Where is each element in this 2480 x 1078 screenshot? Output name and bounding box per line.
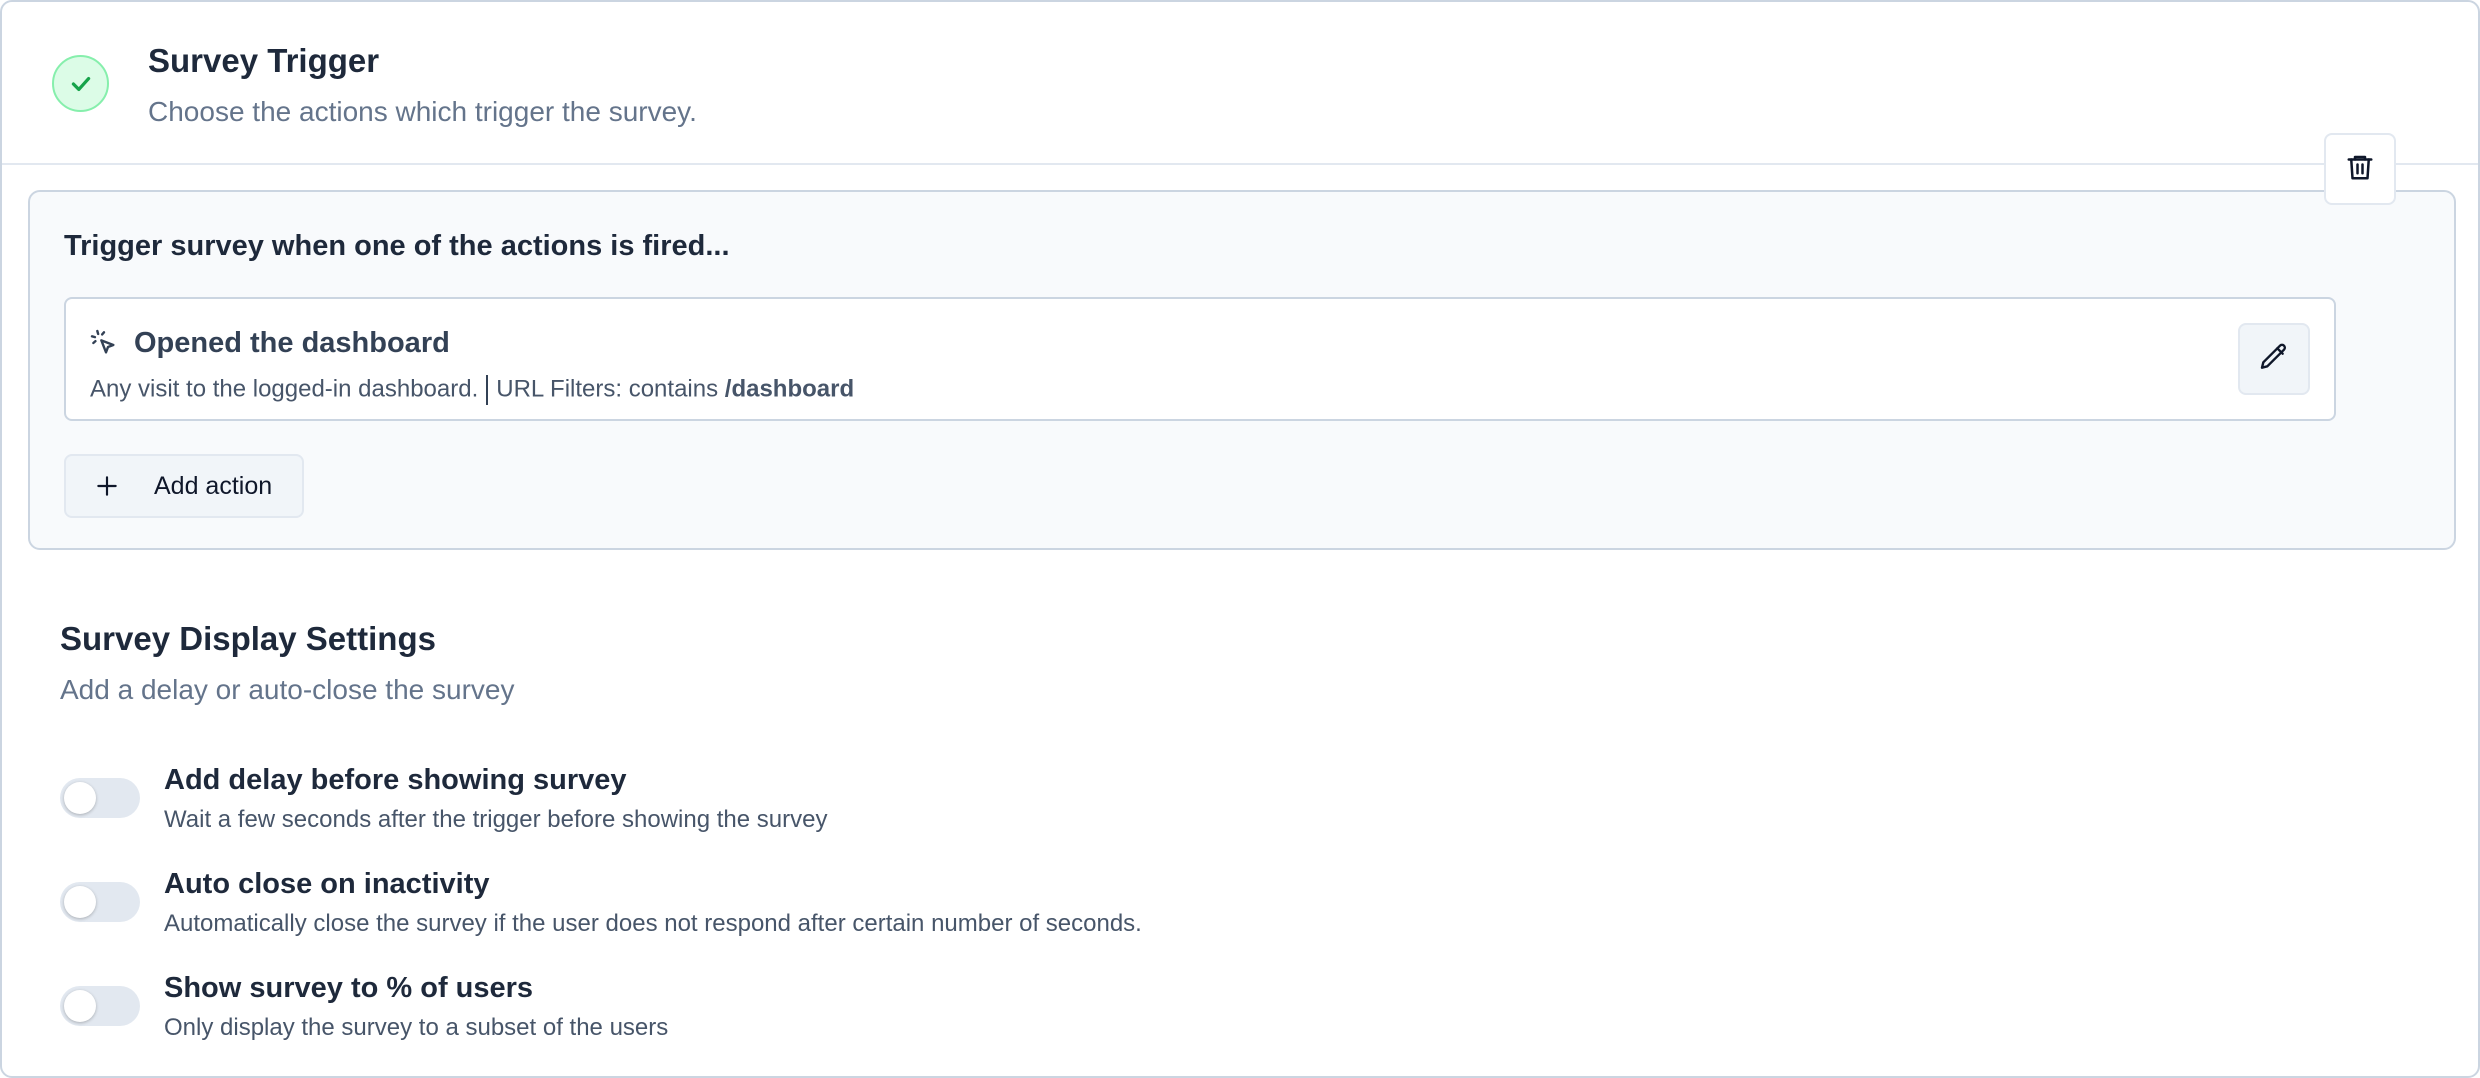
check-icon bbox=[52, 55, 109, 112]
section-title: Survey Trigger bbox=[148, 42, 380, 79]
url-filter-label: URL Filters: contains bbox=[496, 375, 719, 403]
setting-title: Add delay before showing survey bbox=[164, 764, 627, 796]
action-description-text: Any visit to the logged-in dashboard. bbox=[90, 375, 479, 403]
trash-icon bbox=[2345, 152, 2375, 187]
action-name: Opened the dashboard bbox=[134, 327, 450, 359]
setting-title: Auto close on inactivity bbox=[164, 868, 490, 900]
setting-auto-close: Auto close on inactivity Automatically c… bbox=[60, 868, 2360, 948]
add-action-button[interactable]: Add action bbox=[64, 454, 304, 518]
survey-trigger-card: Survey Trigger Choose the actions which … bbox=[0, 0, 2480, 1078]
setting-description: Wait a few seconds after the trigger bef… bbox=[164, 806, 828, 833]
separator bbox=[486, 375, 489, 405]
pencil-icon bbox=[2258, 341, 2290, 378]
plus-icon bbox=[94, 473, 120, 499]
action-item: Opened the dashboard Any visit to the lo… bbox=[64, 297, 2336, 421]
toggle-knob bbox=[64, 886, 96, 918]
auto-close-toggle[interactable] bbox=[60, 882, 140, 922]
setting-delay: Add delay before showing survey Wait a f… bbox=[60, 764, 2360, 844]
survey-trigger-header[interactable]: Survey Trigger Choose the actions which … bbox=[2, 2, 2478, 165]
toggle-knob bbox=[64, 782, 96, 814]
display-settings-title: Survey Display Settings bbox=[60, 620, 436, 657]
delete-action-button[interactable] bbox=[2324, 133, 2396, 205]
add-action-label: Add action bbox=[154, 471, 273, 500]
display-settings-subtitle: Add a delay or auto-close the survey bbox=[60, 674, 515, 705]
trigger-heading: Trigger survey when one of the actions i… bbox=[64, 230, 730, 262]
action-description: Any visit to the logged-in dashboard. URL… bbox=[90, 375, 854, 405]
cursor-click-icon bbox=[88, 327, 120, 359]
delay-toggle[interactable] bbox=[60, 778, 140, 818]
toggle-knob bbox=[64, 990, 96, 1022]
trigger-actions-panel: Trigger survey when one of the actions i… bbox=[28, 190, 2456, 550]
section-subtitle: Choose the actions which trigger the sur… bbox=[148, 96, 697, 127]
setting-title: Show survey to % of users bbox=[164, 972, 534, 1004]
percent-users-toggle[interactable] bbox=[60, 986, 140, 1026]
url-filter-value: /dashboard bbox=[724, 375, 855, 403]
setting-description: Only display the survey to a subset of t… bbox=[164, 1014, 669, 1041]
setting-description: Automatically close the survey if the us… bbox=[164, 910, 1142, 937]
edit-action-button[interactable] bbox=[2238, 323, 2310, 395]
setting-percent-users: Show survey to % of users Only display t… bbox=[60, 972, 2360, 1052]
